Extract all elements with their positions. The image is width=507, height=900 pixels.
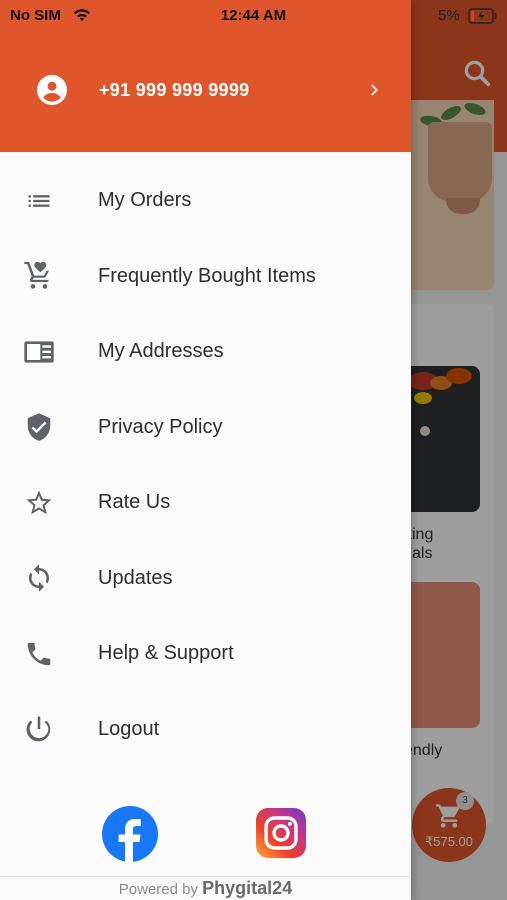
powered-by-label: Powered by xyxy=(118,881,198,898)
menu-item-rate-us[interactable]: Rate Us xyxy=(0,465,411,541)
menu-label: Privacy Policy xyxy=(98,415,223,438)
menu-label: Rate Us xyxy=(98,491,171,514)
facebook-icon[interactable] xyxy=(102,806,158,862)
social-links xyxy=(0,800,411,870)
menu-label: Logout xyxy=(98,717,160,740)
menu-item-privacy-policy[interactable]: Privacy Policy xyxy=(0,390,411,466)
list-icon xyxy=(22,184,56,218)
battery-percent: 5% xyxy=(438,7,460,24)
phone-icon xyxy=(22,637,56,671)
shield-check-icon xyxy=(22,410,56,444)
menu-label: Updates xyxy=(98,566,173,589)
footer-divider xyxy=(0,876,411,877)
sync-icon xyxy=(22,561,56,595)
menu-item-updates[interactable]: Updates xyxy=(0,541,411,617)
instagram-icon[interactable] xyxy=(256,808,306,858)
profile-row[interactable]: +91 999 999 9999 xyxy=(0,58,411,122)
phone-number: +91 999 999 9999 xyxy=(99,80,250,100)
account-circle-icon xyxy=(37,75,67,105)
address-card-icon xyxy=(22,335,56,369)
menu-item-help-support[interactable]: Help & Support xyxy=(0,616,411,692)
menu-item-logout[interactable]: Logout xyxy=(0,692,411,768)
cart-heart-icon xyxy=(22,259,56,293)
menu-item-my-orders[interactable]: My Orders xyxy=(0,163,411,239)
star-outline-icon xyxy=(22,486,56,520)
menu-label: My Orders xyxy=(98,189,192,212)
brand-name: Phygital24 xyxy=(202,878,293,898)
powered-by-footer: Powered by Phygital24 xyxy=(0,878,411,899)
chevron-right-icon[interactable] xyxy=(366,80,384,100)
menu-label: My Addresses xyxy=(98,340,224,363)
menu-item-frequently-bought[interactable]: Frequently Bought Items xyxy=(0,239,411,315)
battery-icon xyxy=(468,8,497,24)
navigation-drawer: +91 999 999 9999 My Orders Frequently Bo… xyxy=(0,0,411,900)
menu-item-my-addresses[interactable]: My Addresses xyxy=(0,314,411,390)
status-time: 12:44 AM xyxy=(220,7,287,24)
status-bar: No SIM 12:44 AM 5% xyxy=(0,0,507,32)
drawer-menu: My Orders Frequently Bought Items My Add… xyxy=(0,163,411,767)
menu-label: Help & Support xyxy=(98,642,234,665)
power-icon xyxy=(22,712,56,746)
menu-label: Frequently Bought Items xyxy=(98,264,316,287)
